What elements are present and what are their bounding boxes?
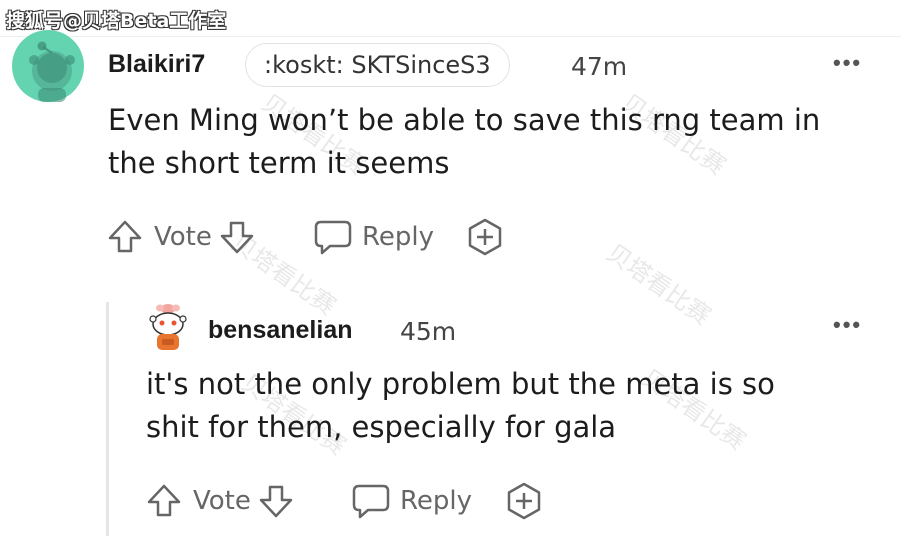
timestamp: 45m [400, 317, 457, 346]
upvote-arrow-icon[interactable] [106, 218, 144, 256]
vote-label: Vote [193, 486, 251, 516]
comment-body-line: it's not the only problem but the meta i… [146, 367, 775, 401]
source-watermark: 搜狐号@贝塔Beta工作室 [6, 10, 227, 32]
award-button[interactable] [466, 218, 504, 261]
timestamp: 47m [571, 52, 628, 81]
reply-bubble-icon [314, 220, 352, 255]
upvote-arrow-icon[interactable] [145, 482, 183, 520]
thread-line[interactable] [106, 302, 109, 536]
comment-body-line: shit for them, especially for gala [146, 410, 617, 444]
downvote-arrow-icon[interactable] [218, 218, 256, 256]
vote-group: Vote [145, 481, 295, 521]
user-avatar[interactable] [145, 302, 191, 354]
award-button[interactable] [505, 482, 543, 525]
reply-label: Reply [400, 486, 473, 516]
watermark: 贝塔看比赛 [601, 238, 716, 331]
comment-body-line: the short term it seems [108, 146, 450, 180]
award-plus-icon [468, 218, 502, 256]
vote-group: Vote [106, 217, 256, 257]
vote-label: Vote [154, 222, 212, 252]
reply-bubble-icon [352, 484, 390, 519]
user-flair: :koskt: SKTSinceS3 [245, 43, 510, 87]
user-avatar[interactable] [12, 30, 84, 102]
reply-label: Reply [362, 222, 435, 252]
award-plus-icon [507, 482, 541, 520]
more-options-icon[interactable]: ••• [833, 312, 862, 338]
snoo-avatar-icon [149, 304, 187, 350]
snoo-avatar-icon [12, 30, 84, 102]
divider [0, 36, 901, 37]
comment-author[interactable]: Blaikiri7 [108, 50, 205, 79]
reply-button[interactable]: Reply [351, 481, 472, 521]
comment-body-line: Even Ming won’t be able to save this rng… [108, 103, 821, 137]
reply-button[interactable]: Reply [313, 217, 434, 257]
more-options-icon[interactable]: ••• [833, 50, 862, 76]
comment-author[interactable]: bensanelian [208, 316, 353, 345]
downvote-arrow-icon[interactable] [257, 482, 295, 520]
